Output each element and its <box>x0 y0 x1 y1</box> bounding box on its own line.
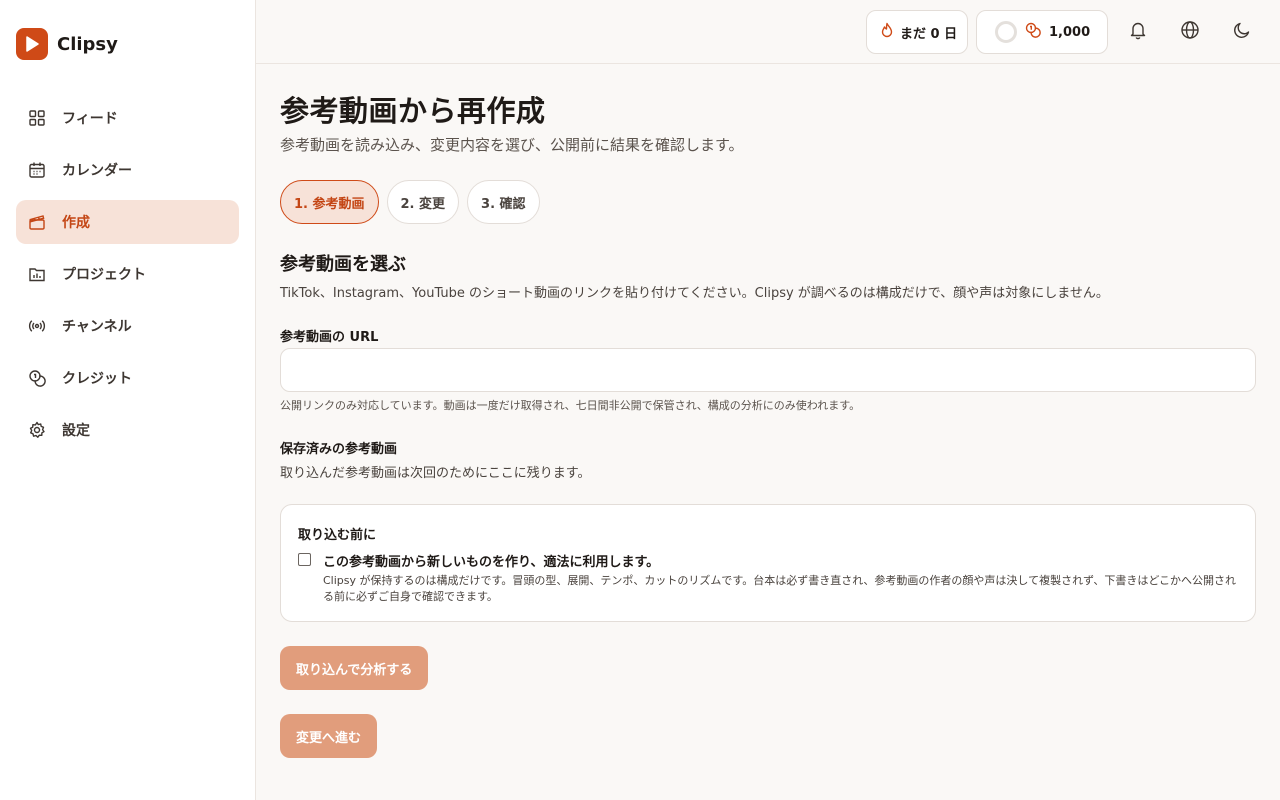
clapperboard-icon <box>28 213 46 231</box>
language-button[interactable] <box>1174 16 1206 48</box>
globe-icon <box>1180 20 1200 44</box>
credits-badge[interactable]: 1,000 <box>976 10 1108 54</box>
sidebar-item-label: クレジット <box>62 371 132 387</box>
sidebar-item-label: プロジェクト <box>62 267 146 283</box>
page-title: 参考動画から再作成 <box>280 94 546 128</box>
sidebar-item-credits[interactable]: クレジット <box>16 356 239 400</box>
sidebar-item-channels[interactable]: チャンネル <box>16 304 239 348</box>
sidebar-item-label: 作成 <box>62 215 90 231</box>
consent-panel: 取り込む前に この参考動画から新しいものを作り、適法に利用します。 Clipsy… <box>280 504 1256 622</box>
sidebar-item-label: チャンネル <box>62 319 132 335</box>
top-header: まだ 0 日 1,000 <box>256 0 1280 64</box>
credits-value: 1,000 <box>1049 24 1091 40</box>
consent-detail: Clipsy が保持するのは構成だけです。冒頭の型、展開、テンポ、カットのリズム… <box>323 574 1236 603</box>
consent-checkbox[interactable] <box>298 553 311 566</box>
sidebar-item-label: 設定 <box>62 423 90 439</box>
moon-icon <box>1233 21 1251 43</box>
sidebar-item-create[interactable]: 作成 <box>16 200 239 244</box>
sidebar-nav: フィード カレンダー 作成 プロジェクト チャンネル クレジット 設定 <box>16 96 239 460</box>
streak-badge[interactable]: まだ 0 日 <box>866 10 968 54</box>
brand-name: Clipsy <box>57 33 118 55</box>
page-subtitle: 参考動画を読み込み、変更内容を選び、公開前に結果を確認します。 <box>280 136 744 154</box>
sidebar-item-calendar[interactable]: カレンダー <box>16 148 239 192</box>
grid-icon <box>28 109 46 127</box>
saved-references-description: 取り込んだ参考動画は次回のためにここに残ります。 <box>280 466 591 481</box>
sidebar-item-projects[interactable]: プロジェクト <box>16 252 239 296</box>
gear-icon <box>28 421 46 439</box>
consent-label[interactable]: この参考動画から新しいものを作り、適法に利用します。 <box>323 551 659 570</box>
play-logo-icon <box>16 28 48 60</box>
sidebar: Clipsy フィード カレンダー 作成 プロジェクト チャンネル クレジット … <box>0 0 256 800</box>
sidebar-item-label: カレンダー <box>62 163 132 179</box>
section-title: 参考動画を選ぶ <box>280 254 406 275</box>
brand[interactable]: Clipsy <box>16 28 118 60</box>
step-reference[interactable]: 1. 参考動画 <box>280 180 379 224</box>
sidebar-item-label: フィード <box>62 111 118 127</box>
streak-label: まだ 0 日 <box>900 26 958 42</box>
stepper: 1. 参考動画 2. 変更 3. 確認 <box>280 180 540 224</box>
folder-chart-icon <box>28 265 46 283</box>
import-analyze-button[interactable]: 取り込んで分析する <box>280 646 429 690</box>
coins-icon <box>1025 22 1041 42</box>
credit-progress-ring <box>995 21 1017 43</box>
calendar-icon <box>28 161 46 179</box>
proceed-to-changes-button[interactable]: 変更へ進む <box>280 714 378 758</box>
theme-toggle-button[interactable] <box>1226 16 1258 48</box>
url-field-help: 公開リンクのみ対応しています。動画は一度だけ取得され、七日間非公開で保管され、構… <box>280 399 861 412</box>
notifications-button[interactable] <box>1122 16 1154 48</box>
sidebar-item-feed[interactable]: フィード <box>16 96 239 140</box>
coins-icon <box>28 369 46 387</box>
broadcast-icon <box>28 317 46 335</box>
step-confirm[interactable]: 3. 確認 <box>467 180 540 224</box>
saved-references-title: 保存済みの参考動画 <box>280 442 398 457</box>
bell-icon <box>1129 20 1147 44</box>
consent-title: 取り込む前に <box>298 528 377 543</box>
step-changes[interactable]: 2. 変更 <box>386 180 460 224</box>
reference-url-input[interactable] <box>280 348 1256 392</box>
url-field-label: 参考動画の URL <box>280 330 379 345</box>
flame-icon <box>880 22 894 42</box>
section-description: TikTok、Instagram、YouTube のショート動画のリンクを貼り付… <box>280 286 1109 301</box>
sidebar-item-settings[interactable]: 設定 <box>16 408 239 452</box>
